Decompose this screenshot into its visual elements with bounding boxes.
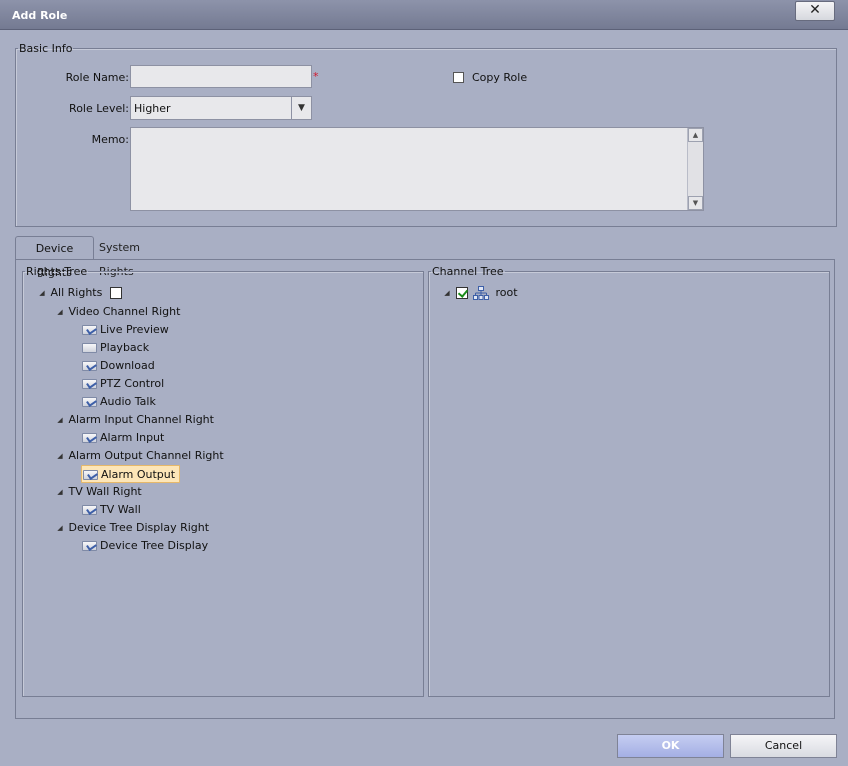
permission-icon <box>82 541 97 551</box>
tree-node-tv-wall[interactable]: TV Wall <box>82 501 141 519</box>
cancel-button[interactable]: Cancel <box>730 734 837 758</box>
title-bar: Add Role ✕ <box>0 0 848 30</box>
permission-icon <box>82 343 97 353</box>
window-title: Add Role <box>12 9 68 22</box>
role-level-value: Higher <box>134 102 171 115</box>
close-icon: ✕ <box>809 2 821 18</box>
tree-node-label: Alarm Output Channel Right <box>68 449 224 462</box>
role-name-input[interactable] <box>130 65 312 88</box>
required-indicator: * <box>313 70 319 83</box>
permission-icon <box>82 505 97 515</box>
expander-icon[interactable]: ◢ <box>37 284 47 302</box>
tree-node-audio-talk[interactable]: Audio Talk <box>82 393 156 411</box>
expander-icon[interactable]: ◢ <box>55 411 65 429</box>
tab-system-rights[interactable]: System Rights <box>97 236 177 278</box>
permission-icon <box>82 433 97 443</box>
copy-role-checkbox[interactable] <box>453 72 464 83</box>
tree-node-playback[interactable]: Playback <box>82 339 149 357</box>
memo-scrollbar[interactable]: ▲ ▼ <box>687 128 703 210</box>
tree-node-label: Video Channel Right <box>68 305 181 318</box>
tree-node-device-tree-display[interactable]: Device Tree Display <box>82 537 208 555</box>
tree-node-label: Alarm Output <box>101 468 176 481</box>
permission-icon <box>82 397 97 407</box>
role-level-label: Role Level: <box>69 102 129 115</box>
permission-icon <box>82 325 97 335</box>
tree-node-label: Device Tree Display Right <box>68 521 210 534</box>
tree-node-label: Alarm Input <box>100 431 165 444</box>
permission-icon <box>82 361 97 371</box>
tree-node-label: root <box>495 286 518 299</box>
tree-node-all-rights[interactable]: ◢ All Rights <box>37 284 122 302</box>
scroll-down-icon[interactable]: ▼ <box>688 196 703 210</box>
tree-node-ptz-control[interactable]: PTZ Control <box>82 375 164 393</box>
channel-tree-group: Channel Tree <box>428 265 830 697</box>
basic-info-legend: Basic Info <box>19 42 73 55</box>
tree-node-download[interactable]: Download <box>82 357 155 375</box>
expander-icon[interactable]: ◢ <box>55 483 65 501</box>
memo-textarea[interactable]: ▲ ▼ <box>130 127 704 211</box>
tree-node-label: Alarm Input Channel Right <box>68 413 214 426</box>
root-checkbox[interactable] <box>455 287 468 299</box>
all-rights-checkbox[interactable] <box>109 287 122 299</box>
tree-node-label: Download <box>100 359 155 372</box>
ok-button[interactable]: OK <box>617 734 724 758</box>
tree-node-label: TV Wall <box>100 503 141 516</box>
channel-tree-legend: Channel Tree <box>432 265 504 278</box>
tab-device-rights[interactable]: Device Rights <box>15 236 94 279</box>
tree-node-label: Device Tree Display <box>100 539 209 552</box>
tree-node-live-preview[interactable]: Live Preview <box>82 321 169 339</box>
memo-label: Memo: <box>91 133 129 146</box>
tree-node-label: PTZ Control <box>100 377 165 390</box>
permission-icon <box>82 379 97 389</box>
tree-node-root[interactable]: ◢ root <box>442 284 518 302</box>
expander-icon[interactable]: ◢ <box>55 447 65 465</box>
expander-icon[interactable]: ◢ <box>55 303 65 321</box>
tree-node-alarm-output-channel-right[interactable]: ◢ Alarm Output Channel Right <box>55 447 224 465</box>
scroll-up-icon[interactable]: ▲ <box>688 128 703 142</box>
tree-node-alarm-input[interactable]: Alarm Input <box>82 429 164 447</box>
tree-node-label: Playback <box>100 341 150 354</box>
tree-node-tv-wall-right[interactable]: ◢ TV Wall Right <box>55 483 142 501</box>
tree-node-label: All Rights <box>50 286 103 299</box>
tree-node-label: Audio Talk <box>100 395 156 408</box>
role-level-dropdown[interactable]: Higher ▼ <box>130 96 312 120</box>
chevron-down-icon[interactable]: ▼ <box>291 97 311 119</box>
tree-node-device-tree-display-right[interactable]: ◢ Device Tree Display Right <box>55 519 209 537</box>
tree-node-label: TV Wall Right <box>68 485 142 498</box>
copy-role-label: Copy Role <box>472 71 528 84</box>
expander-icon[interactable]: ◢ <box>55 519 65 537</box>
expander-icon[interactable]: ◢ <box>442 284 452 302</box>
network-icon <box>473 286 489 300</box>
rights-tree-legend: Rights Tree <box>26 265 88 278</box>
tree-node-alarm-output[interactable]: Alarm Output <box>81 465 181 483</box>
tree-node-alarm-input-channel-right[interactable]: ◢ Alarm Input Channel Right <box>55 411 214 429</box>
tree-node-label: Live Preview <box>100 323 169 336</box>
permission-icon <box>83 470 98 480</box>
role-name-label: Role Name: <box>65 71 129 84</box>
tree-node-video-channel-right[interactable]: ◢ Video Channel Right <box>55 303 180 321</box>
close-button[interactable]: ✕ <box>795 1 835 21</box>
